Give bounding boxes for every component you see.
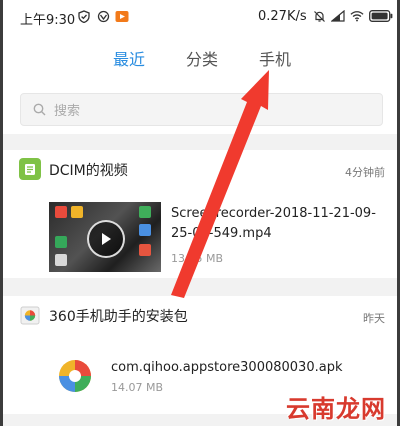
file-size: 13.35 MB xyxy=(171,252,224,265)
file-name-line1: Screenrecorder-2018-11-21-09- xyxy=(171,206,376,221)
search-icon xyxy=(33,103,46,116)
file-info: Screenrecorder-2018-11-21-09- 25-04-549.… xyxy=(171,204,376,265)
thumbnail-app xyxy=(139,244,151,256)
thumbnail-app xyxy=(55,206,67,218)
play-icon xyxy=(87,220,125,258)
thumbnail-app xyxy=(55,236,67,248)
tab-bar: 最近 分类 手机 xyxy=(3,34,397,84)
file-name-line2: 25-04-549.mp4 xyxy=(171,226,272,241)
folder-icon xyxy=(19,158,41,180)
video-app-icon xyxy=(115,9,129,23)
shield-check-icon xyxy=(77,9,91,23)
wifi-icon xyxy=(350,9,364,23)
vpn-key-icon xyxy=(96,9,110,23)
file-name: com.qihoo.appstore300080030.apk xyxy=(111,360,343,375)
status-right-icons xyxy=(312,9,393,23)
watermark-text: 云南龙网 xyxy=(286,395,386,423)
section-header[interactable]: 360手机助手的安装包 昨天 xyxy=(3,296,397,334)
status-time: 上午9:30 xyxy=(20,13,76,28)
tab-phone[interactable]: 手机 xyxy=(259,46,291,70)
search-input[interactable]: 搜索 xyxy=(20,93,383,126)
section-time: 昨天 xyxy=(363,312,385,325)
package-icon xyxy=(19,304,41,326)
search-section: 搜索 xyxy=(3,84,397,134)
tab-category[interactable]: 分类 xyxy=(186,46,218,70)
section-title: DCIM的视频 xyxy=(49,163,128,179)
section-card-dcim: DCIM的视频 4分钟前 Screenrecorder-2018-11-21-0… xyxy=(3,150,397,278)
thumbnail-app xyxy=(71,206,83,218)
section-time: 4分钟前 xyxy=(345,166,385,179)
battery-icon xyxy=(369,9,393,23)
thumbnail-app xyxy=(139,224,151,236)
thumbnail-app xyxy=(55,254,67,266)
thumbnail-app xyxy=(139,206,151,218)
search-placeholder: 搜索 xyxy=(54,104,81,119)
signal-icon xyxy=(331,9,345,23)
mute-bell-icon xyxy=(312,9,326,23)
status-bar: 上午9:30 0.27K/s xyxy=(3,0,397,34)
app-store-icon xyxy=(57,358,93,394)
status-left-icons xyxy=(77,9,129,23)
section-title: 360手机助手的安装包 xyxy=(49,309,188,325)
section-header[interactable]: DCIM的视频 4分钟前 xyxy=(3,150,397,188)
network-speed: 0.27K/s xyxy=(258,9,307,24)
video-thumbnail xyxy=(49,202,161,272)
file-item-video[interactable]: Screenrecorder-2018-11-21-09- 25-04-549.… xyxy=(3,202,397,272)
tab-recent[interactable]: 最近 xyxy=(113,46,145,70)
